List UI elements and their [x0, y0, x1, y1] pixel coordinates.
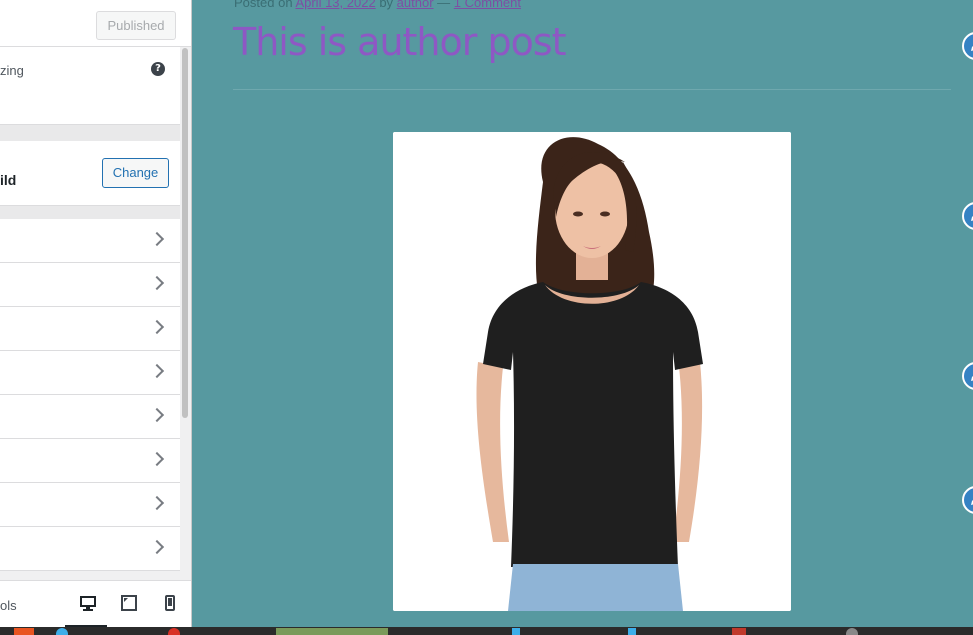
taskbar-active-window[interactable]	[276, 628, 388, 635]
published-button[interactable]: Published	[96, 11, 176, 40]
post-author-link[interactable]: author	[397, 0, 434, 10]
theme-name: ild	[0, 172, 17, 188]
mobile-icon	[165, 595, 175, 611]
taskbar-app-icon[interactable]	[846, 628, 858, 635]
model-photo	[393, 132, 791, 611]
customizer-sidebar: Published zing ? ild Change ols	[0, 0, 192, 627]
tablet-preview-button[interactable]	[119, 593, 139, 613]
chevron-right-icon	[149, 275, 165, 291]
chevron-right-icon	[149, 363, 165, 379]
pencil-icon	[971, 500, 973, 505]
post-date-link[interactable]: April 13, 2022	[295, 0, 375, 10]
customizer-section-item[interactable]	[0, 263, 180, 307]
desktop-icon	[80, 596, 96, 611]
post-title[interactable]: This is author post	[233, 20, 567, 64]
mobile-preview-button[interactable]	[160, 593, 180, 613]
taskbar-app-icon[interactable]	[628, 628, 636, 635]
customizer-section-item[interactable]	[0, 351, 180, 395]
chevron-right-icon	[149, 539, 165, 555]
posted-on-label: Posted on	[234, 0, 293, 10]
chevron-right-icon	[149, 231, 165, 247]
taskbar-app-icon[interactable]	[512, 628, 520, 635]
taskbar-app-icon[interactable]	[56, 628, 68, 635]
post-meta: Posted on April 13, 2022 by author — 1 C…	[234, 0, 521, 10]
taskbar-app-icon[interactable]	[168, 628, 180, 635]
active-theme-panel: ild Change	[0, 141, 180, 206]
section-divider	[0, 125, 180, 141]
customizing-label: zing	[0, 63, 24, 78]
post-featured-image[interactable]	[393, 132, 791, 611]
meta-separator: —	[437, 0, 451, 10]
customizer-section-item[interactable]	[0, 307, 180, 351]
hide-controls-label[interactable]: ols	[0, 598, 17, 613]
desktop-preview-button[interactable]	[65, 593, 107, 627]
edit-shortcut-button[interactable]	[962, 32, 973, 60]
taskbar-app-icon[interactable]	[14, 628, 34, 635]
pencil-icon	[971, 46, 973, 51]
chevron-right-icon	[149, 319, 165, 335]
edit-shortcut-button[interactable]	[962, 486, 973, 514]
section-divider	[0, 206, 180, 219]
title-divider	[233, 89, 951, 90]
comments-link[interactable]: 1 Comment	[454, 0, 521, 10]
chevron-right-icon	[149, 451, 165, 467]
customizer-section-item[interactable]	[0, 219, 180, 263]
chevron-right-icon	[149, 407, 165, 423]
pencil-icon	[971, 376, 973, 381]
edit-shortcut-button[interactable]	[962, 202, 973, 230]
os-taskbar	[0, 627, 973, 635]
site-preview: Posted on April 13, 2022 by author — 1 C…	[193, 0, 973, 627]
customizer-section-item[interactable]	[0, 483, 180, 527]
sidebar-scrollbar[interactable]	[182, 48, 188, 418]
sidebar-header: Published	[0, 0, 191, 47]
change-theme-button[interactable]: Change	[102, 158, 169, 188]
customizer-sections-list	[0, 219, 180, 571]
chevron-right-icon	[149, 495, 165, 511]
taskbar-app-icon[interactable]	[732, 628, 746, 635]
by-label: by	[379, 0, 394, 10]
help-icon[interactable]: ?	[151, 62, 165, 76]
edit-shortcut-button[interactable]	[962, 362, 973, 390]
customizer-section-item[interactable]	[0, 395, 180, 439]
customizer-section-item[interactable]	[0, 527, 180, 571]
sidebar-footer: ols	[0, 580, 191, 627]
tablet-icon	[121, 595, 137, 611]
customizing-info-panel: zing ?	[0, 47, 180, 125]
customizer-section-item[interactable]	[0, 439, 180, 483]
pencil-icon	[971, 216, 973, 221]
